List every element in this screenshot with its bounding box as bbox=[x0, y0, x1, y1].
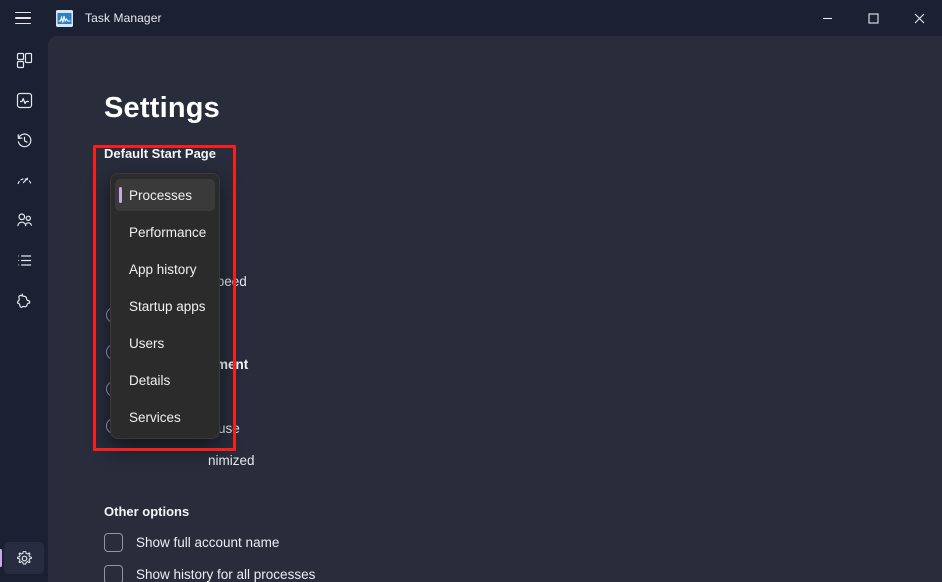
maximize-button[interactable] bbox=[850, 0, 896, 36]
window-controls bbox=[804, 0, 942, 36]
processes-grid-icon bbox=[16, 52, 33, 69]
dropdown-option-label: Users bbox=[129, 335, 165, 351]
hamburger-menu-icon[interactable] bbox=[0, 0, 46, 36]
default-start-page-dropdown[interactable]: Processes Performance App history Startu… bbox=[110, 173, 220, 439]
window-management-option-2: nimized bbox=[208, 453, 255, 468]
page-title: Settings bbox=[104, 92, 220, 124]
sidebar-item-processes[interactable] bbox=[4, 44, 44, 76]
sidebar-item-startup-apps[interactable] bbox=[4, 164, 44, 196]
task-manager-window: Task Manager Settings Default Start Page… bbox=[0, 0, 942, 582]
dropdown-option-label: App history bbox=[129, 261, 197, 277]
checkbox-box[interactable] bbox=[104, 565, 123, 582]
performance-pulse-icon bbox=[16, 92, 33, 109]
checkbox-label: Show history for all processes bbox=[136, 567, 316, 582]
users-people-icon bbox=[16, 212, 33, 229]
window-management-label: ment bbox=[216, 357, 249, 372]
dropdown-option-label: Details bbox=[129, 372, 171, 388]
sidebar-item-services[interactable] bbox=[4, 284, 44, 316]
dropdown-option-processes[interactable]: Processes bbox=[115, 179, 215, 211]
dropdown-option-label: Startup apps bbox=[129, 298, 206, 314]
task-manager-icon bbox=[56, 9, 73, 27]
startup-apps-speed-icon bbox=[16, 172, 33, 189]
sidebar-item-app-history[interactable] bbox=[4, 124, 44, 156]
close-button[interactable] bbox=[896, 0, 942, 36]
details-list-icon bbox=[16, 252, 33, 269]
sidebar-item-users[interactable] bbox=[4, 204, 44, 236]
rail-items bbox=[4, 44, 44, 316]
navigation-rail bbox=[0, 36, 48, 582]
dropdown-option-label: Processes bbox=[129, 187, 193, 203]
settings-gear-icon bbox=[16, 550, 33, 567]
window-management-option-1: use bbox=[218, 421, 240, 436]
sidebar-item-details[interactable] bbox=[4, 244, 44, 276]
checkbox-box[interactable] bbox=[104, 533, 123, 552]
minimize-button[interactable] bbox=[804, 0, 850, 36]
dropdown-option-label: Services bbox=[129, 409, 181, 425]
dropdown-option-startup-apps[interactable]: Startup apps bbox=[115, 290, 215, 322]
dropdown-option-details[interactable]: Details bbox=[115, 364, 215, 396]
dropdown-option-users[interactable]: Users bbox=[115, 327, 215, 359]
services-gear-icon bbox=[16, 292, 33, 309]
title-bar: Task Manager bbox=[0, 0, 942, 36]
rail-footer bbox=[0, 542, 44, 574]
dropdown-option-performance[interactable]: Performance bbox=[115, 216, 215, 248]
default-start-page-label: Default Start Page bbox=[104, 146, 216, 161]
checkbox-show-full-account-name[interactable]: Show full account name bbox=[104, 533, 279, 552]
dropdown-option-services[interactable]: Services bbox=[115, 401, 215, 433]
app-history-clock-icon bbox=[16, 132, 33, 149]
sidebar-item-settings[interactable] bbox=[0, 542, 44, 574]
sidebar-item-performance[interactable] bbox=[4, 84, 44, 116]
checkbox-label: Show full account name bbox=[136, 535, 280, 550]
other-options-label: Other options bbox=[104, 504, 190, 519]
dropdown-option-app-history[interactable]: App history bbox=[115, 253, 215, 285]
window-title: Task Manager bbox=[85, 11, 162, 25]
dropdown-option-label: Performance bbox=[129, 224, 207, 240]
checkbox-show-history-all-processes[interactable]: Show history for all processes bbox=[104, 565, 315, 582]
